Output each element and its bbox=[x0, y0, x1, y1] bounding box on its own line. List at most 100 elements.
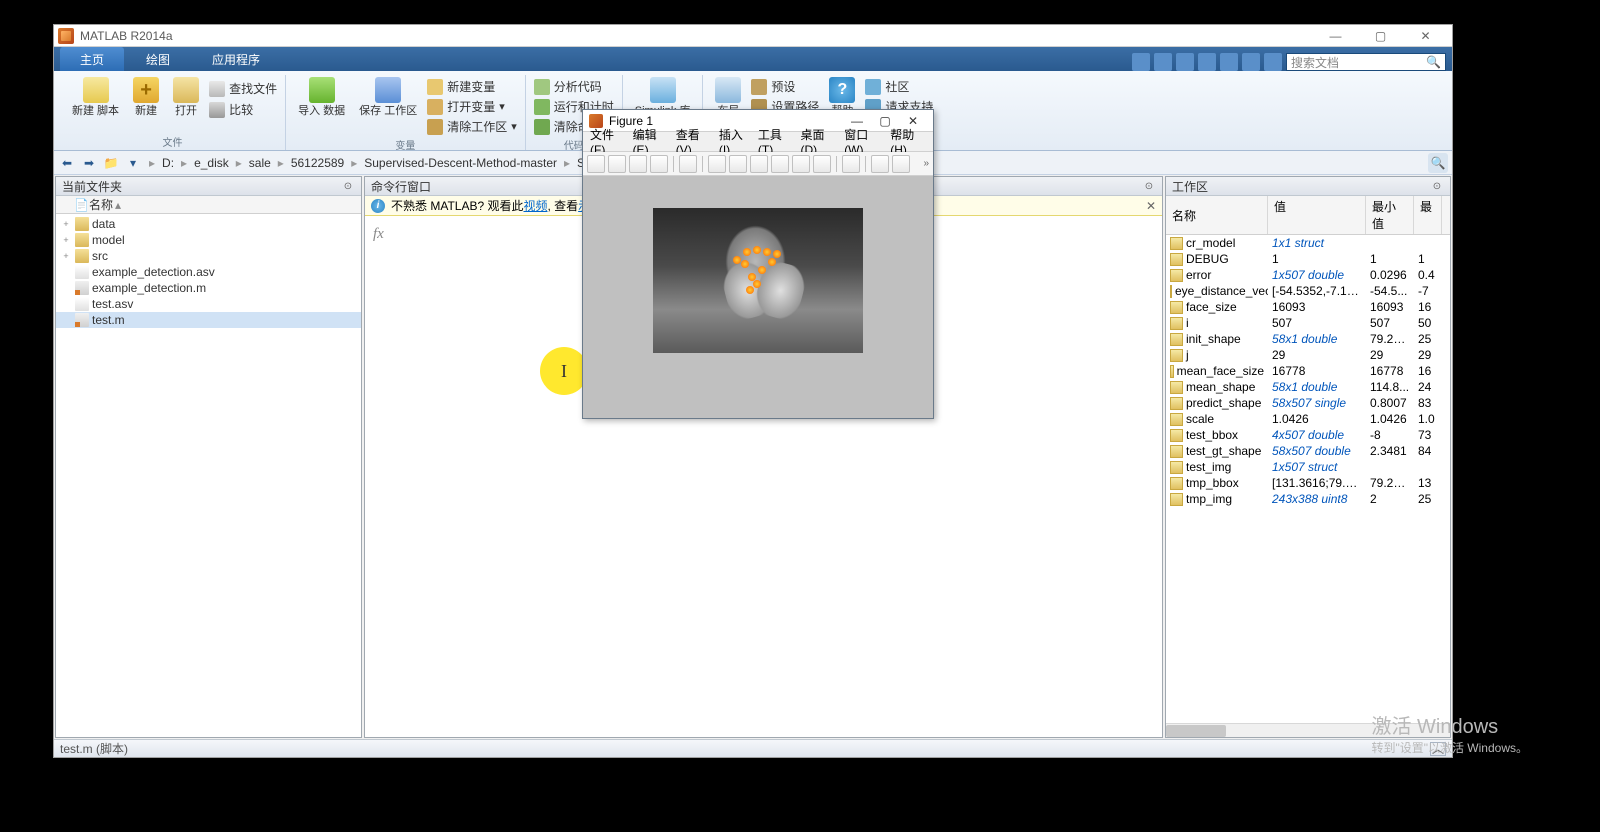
pan-icon[interactable] bbox=[750, 155, 768, 173]
breadcrumb[interactable]: Supervised-Descent-Method-master bbox=[364, 156, 557, 170]
workspace-variable[interactable]: tmp_img243x388 uint8225 bbox=[1166, 491, 1450, 507]
preferences-button[interactable]: 预设 bbox=[751, 77, 819, 96]
link-icon[interactable] bbox=[842, 155, 860, 173]
panel-menu-icon[interactable]: ⊙ bbox=[341, 179, 355, 193]
path-search-icon[interactable]: 🔍 bbox=[1428, 153, 1448, 173]
status-bar: test.m (脚本) ︿ bbox=[54, 739, 1452, 757]
tab-home[interactable]: 主页 bbox=[60, 47, 124, 71]
breadcrumb[interactable]: D: bbox=[162, 156, 174, 170]
qat-icon[interactable] bbox=[1264, 53, 1282, 71]
rotate-icon[interactable] bbox=[771, 155, 789, 173]
dismiss-banner-button[interactable]: ✕ bbox=[1146, 199, 1156, 213]
workspace-variable[interactable]: eye_distance_vec...[-54.5352,-7.1354]-54… bbox=[1166, 283, 1450, 299]
up-folder-button[interactable]: 📁 bbox=[102, 154, 120, 172]
search-placeholder: 搜索文档 bbox=[1291, 54, 1339, 71]
tab-plots[interactable]: 绘图 bbox=[126, 47, 190, 71]
legend-icon[interactable] bbox=[892, 155, 910, 173]
workspace-grid: cr_model1x1 structDEBUG111error1x507 dou… bbox=[1166, 235, 1450, 723]
workspace-variable[interactable]: i50750750 bbox=[1166, 315, 1450, 331]
tab-apps[interactable]: 应用程序 bbox=[192, 47, 280, 71]
toolstrip-tabs: 主页 绘图 应用程序 搜索文档 🔍 bbox=[54, 47, 1452, 71]
column-header[interactable]: 最小值 bbox=[1366, 196, 1414, 234]
doc-search-input[interactable]: 搜索文档 🔍 bbox=[1286, 53, 1446, 71]
workspace-variable[interactable]: tmp_bbox[131.3616;79.2340;...79.23...13 bbox=[1166, 475, 1450, 491]
community-button[interactable]: 社区 bbox=[865, 77, 933, 96]
figure-axes[interactable] bbox=[583, 176, 933, 418]
datatip-icon[interactable] bbox=[792, 155, 810, 173]
app-title: MATLAB R2014a bbox=[80, 29, 173, 43]
qat-icon[interactable] bbox=[1154, 53, 1172, 71]
qat-icon[interactable] bbox=[1176, 53, 1194, 71]
qat-icon[interactable] bbox=[1198, 53, 1216, 71]
workspace-variable[interactable]: face_size160931609316 bbox=[1166, 299, 1450, 315]
details-toggle-button[interactable]: ︿ bbox=[1430, 742, 1446, 756]
forward-button[interactable]: ➡ bbox=[80, 154, 98, 172]
new-script-button[interactable]: 新建 脚本 bbox=[68, 75, 123, 119]
import-data-button[interactable]: 导入 数据 bbox=[294, 75, 349, 119]
horizontal-scrollbar[interactable] bbox=[1166, 723, 1450, 737]
current-folder-panel: 当前文件夹⊙ 📄 名称▴ +data+model+srcexample_dete… bbox=[55, 176, 362, 738]
column-header[interactable]: 值 bbox=[1268, 196, 1366, 234]
file-item[interactable]: example_detection.asv bbox=[56, 264, 361, 280]
compare-button[interactable]: 比较 bbox=[209, 100, 277, 119]
workspace-variable[interactable]: mean_shape58x1 double114.8...24 bbox=[1166, 379, 1450, 395]
column-header[interactable]: 最 bbox=[1414, 196, 1442, 234]
print-icon[interactable] bbox=[650, 155, 668, 173]
back-button[interactable]: ⬅ bbox=[58, 154, 76, 172]
open-figure-icon[interactable] bbox=[608, 155, 626, 173]
column-header[interactable]: 名称 bbox=[89, 196, 113, 213]
workspace-variable[interactable]: test_bbox4x507 double-873 bbox=[1166, 427, 1450, 443]
workspace-variable[interactable]: DEBUG111 bbox=[1166, 251, 1450, 267]
workspace-variable[interactable]: mean_face_size167781677816 bbox=[1166, 363, 1450, 379]
maximize-button[interactable]: ▢ bbox=[1358, 26, 1403, 46]
video-link[interactable]: 视频 bbox=[523, 197, 547, 214]
open-button[interactable]: 打开 bbox=[169, 75, 203, 119]
pointer-icon[interactable] bbox=[679, 155, 697, 173]
qat-icon[interactable] bbox=[1242, 53, 1260, 71]
new-var-button[interactable]: 新建变量 bbox=[427, 77, 517, 96]
title-bar[interactable]: MATLAB R2014a — ▢ ✕ bbox=[54, 25, 1452, 47]
fx-prompt-icon: fx bbox=[373, 226, 384, 242]
save-figure-icon[interactable] bbox=[629, 155, 647, 173]
save-workspace-button[interactable]: 保存 工作区 bbox=[355, 75, 421, 119]
workspace-variable[interactable]: test_img1x507 struct bbox=[1166, 459, 1450, 475]
workspace-variable[interactable]: test_gt_shape58x507 double2.348184 bbox=[1166, 443, 1450, 459]
qat-icon[interactable] bbox=[1132, 53, 1150, 71]
file-item[interactable]: +model bbox=[56, 232, 361, 248]
panel-menu-icon[interactable]: ⊙ bbox=[1142, 179, 1156, 193]
clear-workspace-button[interactable]: 清除工作区 ▾ bbox=[427, 117, 517, 136]
figure-window[interactable]: Figure 1 — ▢ ✕ 文件(F)编辑(E)查看(V)插入(I)工具(T)… bbox=[582, 109, 934, 419]
brush-icon[interactable] bbox=[813, 155, 831, 173]
file-item[interactable]: test.asv bbox=[56, 296, 361, 312]
zoom-in-icon[interactable] bbox=[708, 155, 726, 173]
analyze-code-button[interactable]: 分析代码 bbox=[534, 77, 614, 96]
workspace-variable[interactable]: cr_model1x1 struct bbox=[1166, 235, 1450, 251]
open-var-button[interactable]: 打开变量 ▾ bbox=[427, 97, 517, 116]
workspace-variable[interactable]: j292929 bbox=[1166, 347, 1450, 363]
find-files-button[interactable]: 查找文件 bbox=[209, 79, 277, 98]
file-item[interactable]: +data bbox=[56, 216, 361, 232]
panel-menu-icon[interactable]: ⊙ bbox=[1430, 179, 1444, 193]
info-icon bbox=[371, 199, 385, 213]
colorbar-icon[interactable] bbox=[871, 155, 889, 173]
workspace-variable[interactable]: error1x507 double0.02960.4 bbox=[1166, 267, 1450, 283]
qat-icon[interactable] bbox=[1220, 53, 1238, 71]
breadcrumb[interactable]: sale bbox=[249, 156, 271, 170]
workspace-variable[interactable]: predict_shape58x507 single0.800783 bbox=[1166, 395, 1450, 411]
zoom-out-icon[interactable] bbox=[729, 155, 747, 173]
file-item[interactable]: +src bbox=[56, 248, 361, 264]
minimize-button[interactable]: — bbox=[1313, 26, 1358, 46]
workspace-variable[interactable]: init_shape58x1 double79.23...25 bbox=[1166, 331, 1450, 347]
new-button[interactable]: 新建 bbox=[129, 75, 163, 119]
file-item[interactable]: example_detection.m bbox=[56, 280, 361, 296]
workspace-variable[interactable]: scale1.04261.04261.0 bbox=[1166, 411, 1450, 427]
breadcrumb[interactable]: e_disk bbox=[194, 156, 229, 170]
panel-title: 工作区 bbox=[1172, 178, 1208, 195]
breadcrumb[interactable]: 56122589 bbox=[291, 156, 344, 170]
file-item[interactable]: test.m bbox=[56, 312, 361, 328]
column-header[interactable]: 名称 bbox=[1166, 196, 1268, 234]
close-button[interactable]: ✕ bbox=[1403, 26, 1448, 46]
browse-button[interactable]: ▾ bbox=[124, 154, 142, 172]
new-figure-icon[interactable] bbox=[587, 155, 605, 173]
status-text: test.m (脚本) bbox=[60, 740, 128, 757]
